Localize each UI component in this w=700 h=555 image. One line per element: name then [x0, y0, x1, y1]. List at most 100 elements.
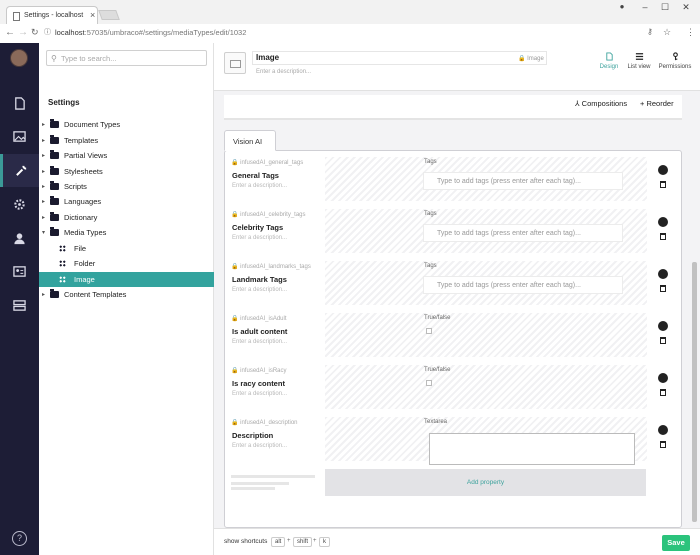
- property-alias: 🔒 infusedAI_description: [231, 420, 298, 426]
- tree-item-content-templates[interactable]: ▸ Content Templates: [39, 288, 214, 302]
- settings-gear-icon[interactable]: [659, 322, 667, 330]
- tree-item-languages[interactable]: ▸ Languages: [39, 195, 214, 209]
- settings-gear-icon[interactable]: [659, 270, 667, 278]
- property-row[interactable]: 🔒 infusedAI_description Description Ente…: [229, 417, 647, 465]
- close-tab-icon[interactable]: ×: [90, 10, 95, 20]
- settings-gear-icon[interactable]: [659, 374, 667, 382]
- maximize-button[interactable]: ☐: [657, 2, 673, 13]
- tags-placeholder: Type to add tags (press enter after each…: [437, 282, 581, 289]
- settings-gear-icon[interactable]: [659, 166, 667, 174]
- property-row[interactable]: 🔒 infusedAI_general_tags General Tags En…: [229, 157, 647, 201]
- star-icon[interactable]: ☆: [663, 27, 671, 38]
- reorder-button[interactable]: + Reorder: [640, 99, 674, 108]
- tree-item-stylesheets[interactable]: ▸ Stylesheets: [39, 165, 214, 179]
- tree-item-file[interactable]: File: [39, 242, 214, 256]
- tree-item-dictionary[interactable]: ▸ Dictionary: [39, 211, 214, 225]
- tags-input[interactable]: Type to add tags (press enter after each…: [423, 224, 623, 242]
- users-section-icon[interactable]: [0, 222, 39, 255]
- settings-gear-icon[interactable]: [659, 218, 667, 226]
- developer-section-icon[interactable]: [0, 188, 39, 221]
- tab-title: Settings - localhost: [24, 12, 84, 19]
- profile-icon[interactable]: ●: [614, 2, 630, 11]
- settings-section-icon[interactable]: [0, 154, 39, 187]
- caret-right-icon[interactable]: ▸: [42, 198, 45, 205]
- app-permissions[interactable]: Permissions: [657, 52, 693, 70]
- tree-item-label: Document Types: [64, 120, 121, 129]
- property-description: Enter a description...: [232, 443, 288, 449]
- property-alias: 🔒 infusedAI_celebrity_tags: [231, 212, 306, 218]
- property-row[interactable]: 🔒 infusedAI_isAdult Is adult content Ent…: [229, 313, 647, 357]
- delete-trash-icon[interactable]: [660, 337, 666, 344]
- members-section-icon[interactable]: [0, 255, 39, 288]
- add-property-button[interactable]: Add property: [325, 469, 646, 496]
- key-shift: shift: [293, 537, 313, 547]
- scrollbar[interactable]: [692, 262, 697, 522]
- property-name: General Tags: [232, 171, 279, 180]
- description-field[interactable]: Enter a description...: [256, 69, 311, 75]
- key-icon[interactable]: ⚷: [647, 27, 653, 36]
- caret-down-icon[interactable]: ▾: [42, 229, 45, 236]
- compositions-icon: ⅄: [575, 99, 582, 108]
- caret-right-icon[interactable]: ▸: [42, 214, 45, 221]
- back-icon[interactable]: ←: [5, 27, 15, 38]
- caret-right-icon[interactable]: ▸: [42, 183, 45, 190]
- textarea[interactable]: [429, 433, 635, 465]
- property-name: Is racy content: [232, 379, 285, 388]
- menu-icon[interactable]: ⋮: [686, 27, 695, 38]
- key-icon: [672, 52, 678, 61]
- tree-item-image[interactable]: Image: [39, 272, 214, 287]
- folder-icon: [50, 289, 59, 298]
- forms-section-icon[interactable]: [0, 289, 39, 322]
- settings-gear-icon[interactable]: [659, 426, 667, 434]
- name-field[interactable]: [252, 51, 547, 65]
- info-icon[interactable]: ⓘ: [44, 27, 51, 37]
- caret-right-icon[interactable]: ▸: [42, 152, 45, 159]
- delete-trash-icon[interactable]: [660, 389, 666, 396]
- delete-trash-icon[interactable]: [660, 181, 666, 188]
- tree-item-folder[interactable]: Folder: [39, 257, 214, 271]
- property-row[interactable]: 🔒 infusedAI_celebrity_tags Celebrity Tag…: [229, 209, 647, 253]
- caret-right-icon[interactable]: ▸: [42, 137, 45, 144]
- url-field[interactable]: localhost:57035/umbraco#/settings/mediaT…: [55, 28, 246, 37]
- caret-right-icon[interactable]: ▸: [42, 168, 45, 175]
- app-list-view[interactable]: List view: [621, 52, 657, 70]
- help-icon[interactable]: ?: [12, 531, 27, 546]
- caret-right-icon[interactable]: ▸: [42, 291, 45, 298]
- alias-field[interactable]: 🔒 Image: [518, 55, 544, 62]
- tags-placeholder: Type to add tags (press enter after each…: [437, 230, 581, 237]
- shortcuts-label[interactable]: show shortcuts: [224, 538, 267, 545]
- save-button[interactable]: Save: [662, 535, 690, 551]
- reload-icon[interactable]: ↻: [31, 27, 39, 38]
- compositions-button[interactable]: ⅄ Compositions: [575, 99, 627, 108]
- tree-item-document-types[interactable]: ▸ Document Types: [39, 118, 214, 132]
- new-tab-button[interactable]: [98, 10, 120, 20]
- avatar[interactable]: [10, 49, 28, 67]
- tags-input[interactable]: Type to add tags (press enter after each…: [423, 172, 623, 190]
- checkbox[interactable]: [426, 380, 432, 386]
- delete-trash-icon[interactable]: [660, 233, 666, 240]
- caret-right-icon[interactable]: ▸: [42, 121, 45, 128]
- search-input[interactable]: ⚲ Type to search...: [46, 50, 207, 66]
- property-editor-preview: Tags Type to add tags (press enter after…: [325, 209, 647, 253]
- media-type-icon-picker[interactable]: [224, 52, 246, 74]
- tree-item-media-types[interactable]: ▾ Media Types: [39, 226, 214, 240]
- forward-icon[interactable]: →: [18, 27, 28, 38]
- tree-item-partial-views[interactable]: ▸ Partial Views: [39, 149, 214, 163]
- tree-item-label: Templates: [64, 136, 99, 145]
- property-row[interactable]: 🔒 infusedAI_landmarks_tags Landmark Tags…: [229, 261, 647, 305]
- folder-icon: [50, 150, 59, 159]
- delete-trash-icon[interactable]: [660, 441, 666, 448]
- content-section-icon[interactable]: [0, 87, 39, 120]
- browser-tab[interactable]: Settings - localhost ×: [6, 6, 98, 25]
- media-section-icon[interactable]: [0, 120, 39, 153]
- tree-item-templates[interactable]: ▸ Templates: [39, 134, 214, 148]
- close-window-button[interactable]: ✕: [678, 2, 694, 13]
- folder-icon: [50, 196, 59, 205]
- property-row[interactable]: 🔒 infusedAI_isRacy Is racy content Enter…: [229, 365, 647, 409]
- tree-item-scripts[interactable]: ▸ Scripts: [39, 180, 214, 194]
- tags-input[interactable]: Type to add tags (press enter after each…: [423, 276, 623, 294]
- minimize-button[interactable]: –: [637, 2, 653, 12]
- checkbox[interactable]: [426, 328, 432, 334]
- group-tab[interactable]: Vision AI: [224, 130, 276, 151]
- delete-trash-icon[interactable]: [660, 285, 666, 292]
